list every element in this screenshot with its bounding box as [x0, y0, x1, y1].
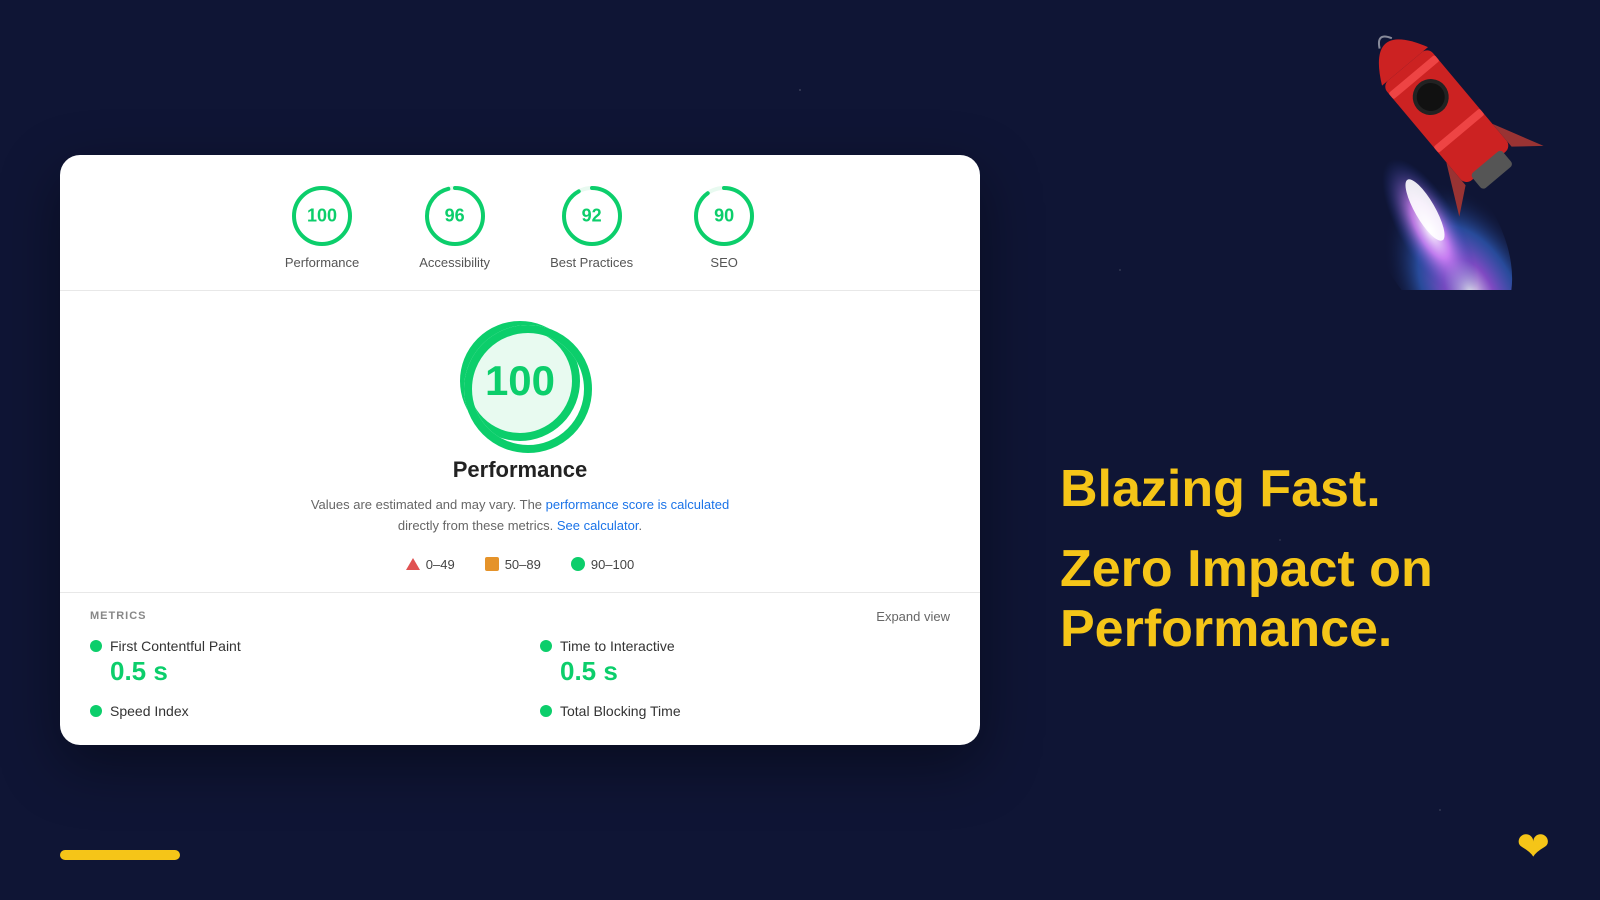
score-item-accessibility[interactable]: 96 Accessibility [419, 185, 490, 270]
legend-item-mid: 50–89 [485, 557, 541, 572]
right-panel: Blazing Fast. Zero Impact on Performance… [1040, 0, 1600, 900]
metric-dot-tbt [540, 705, 552, 717]
legend-range-mid: 50–89 [505, 557, 541, 572]
legend-row: 0–49 50–89 90–100 [406, 557, 634, 572]
bottom-decorative-bar [60, 850, 180, 860]
legend-item-low: 0–49 [406, 557, 455, 572]
metric-header-fcp: First Contentful Paint [90, 638, 500, 654]
metric-header-tbt: Total Blocking Time [540, 703, 950, 719]
tagline-primary: Blazing Fast. [1060, 460, 1540, 520]
rocket-illustration [1300, 0, 1600, 290]
desc-suffix: . [639, 518, 643, 533]
tagline-secondary: Zero Impact on Performance. [1060, 540, 1540, 660]
scores-row: 100 Performance 96 Accessibility [60, 155, 980, 291]
metrics-section: METRICS Expand view First Contentful Pai… [60, 592, 980, 735]
score-label-accessibility: Accessibility [419, 255, 490, 270]
main-container: 100 Performance 96 Accessibility [0, 0, 1600, 900]
legend-square-icon [485, 557, 499, 571]
left-panel: 100 Performance 96 Accessibility [0, 0, 1040, 900]
score-item-best-practices[interactable]: 92 Best Practices [550, 185, 633, 270]
metric-value-fcp: 0.5 s [90, 656, 500, 687]
metric-name-tti: Time to Interactive [560, 638, 675, 654]
metric-name-si: Speed Index [110, 703, 189, 719]
expand-view-button[interactable]: Expand view [876, 609, 950, 624]
desc-link1[interactable]: performance score is calculated [546, 497, 730, 512]
rocket-container [1300, 0, 1600, 290]
metric-item-fcp: First Contentful Paint 0.5 s [90, 638, 500, 687]
metric-value-tti: 0.5 s [540, 656, 950, 687]
legend-dot-icon [571, 557, 585, 571]
score-item-performance[interactable]: 100 Performance [285, 185, 359, 270]
score-value-best-practices: 92 [582, 206, 602, 227]
legend-range-low: 0–49 [426, 557, 455, 572]
legend-item-high: 90–100 [571, 557, 634, 572]
legend-range-high: 90–100 [591, 557, 634, 572]
metrics-title: METRICS [90, 610, 147, 622]
score-item-seo[interactable]: 90 SEO [693, 185, 755, 270]
score-label-best-practices: Best Practices [550, 255, 633, 270]
metrics-header: METRICS Expand view [90, 609, 950, 624]
large-score-circle: 100 [460, 321, 580, 441]
metric-name-fcp: First Contentful Paint [110, 638, 241, 654]
score-value-accessibility: 96 [445, 206, 465, 227]
performance-title: Performance [453, 457, 588, 483]
metric-dot-tti [540, 640, 552, 652]
desc-link2[interactable]: See calculator [557, 518, 639, 533]
metric-item-si: Speed Index [90, 703, 500, 719]
lighthouse-card: 100 Performance 96 Accessibility [60, 155, 980, 745]
metric-item-tti: Time to Interactive 0.5 s [540, 638, 950, 687]
heart-icon: ❤ [1516, 824, 1550, 870]
desc-prefix: Values are estimated and may vary. The [311, 497, 546, 512]
score-label-performance: Performance [285, 255, 359, 270]
metrics-grid: First Contentful Paint 0.5 s Time to Int… [90, 638, 950, 719]
score-value-seo: 90 [714, 206, 734, 227]
metric-name-tbt: Total Blocking Time [560, 703, 681, 719]
metric-header-si: Speed Index [90, 703, 500, 719]
performance-section: 100 Performance Values are estimated and… [60, 291, 980, 592]
tagline-container: Blazing Fast. Zero Impact on Performance… [1060, 460, 1540, 659]
metric-dot-si [90, 705, 102, 717]
main-score-value: 100 [485, 357, 555, 405]
tagline-secondary-line1: Zero Impact on [1060, 540, 1433, 598]
metric-dot-fcp [90, 640, 102, 652]
legend-triangle-icon [406, 558, 420, 570]
performance-desc: Values are estimated and may vary. The p… [311, 495, 729, 537]
metric-item-tbt: Total Blocking Time [540, 703, 950, 719]
tagline-secondary-line2: Performance. [1060, 600, 1392, 658]
score-label-seo: SEO [710, 255, 737, 270]
metric-header-tti: Time to Interactive [540, 638, 950, 654]
desc-middle: directly from these metrics. [398, 518, 553, 533]
score-value-performance: 100 [307, 206, 337, 227]
